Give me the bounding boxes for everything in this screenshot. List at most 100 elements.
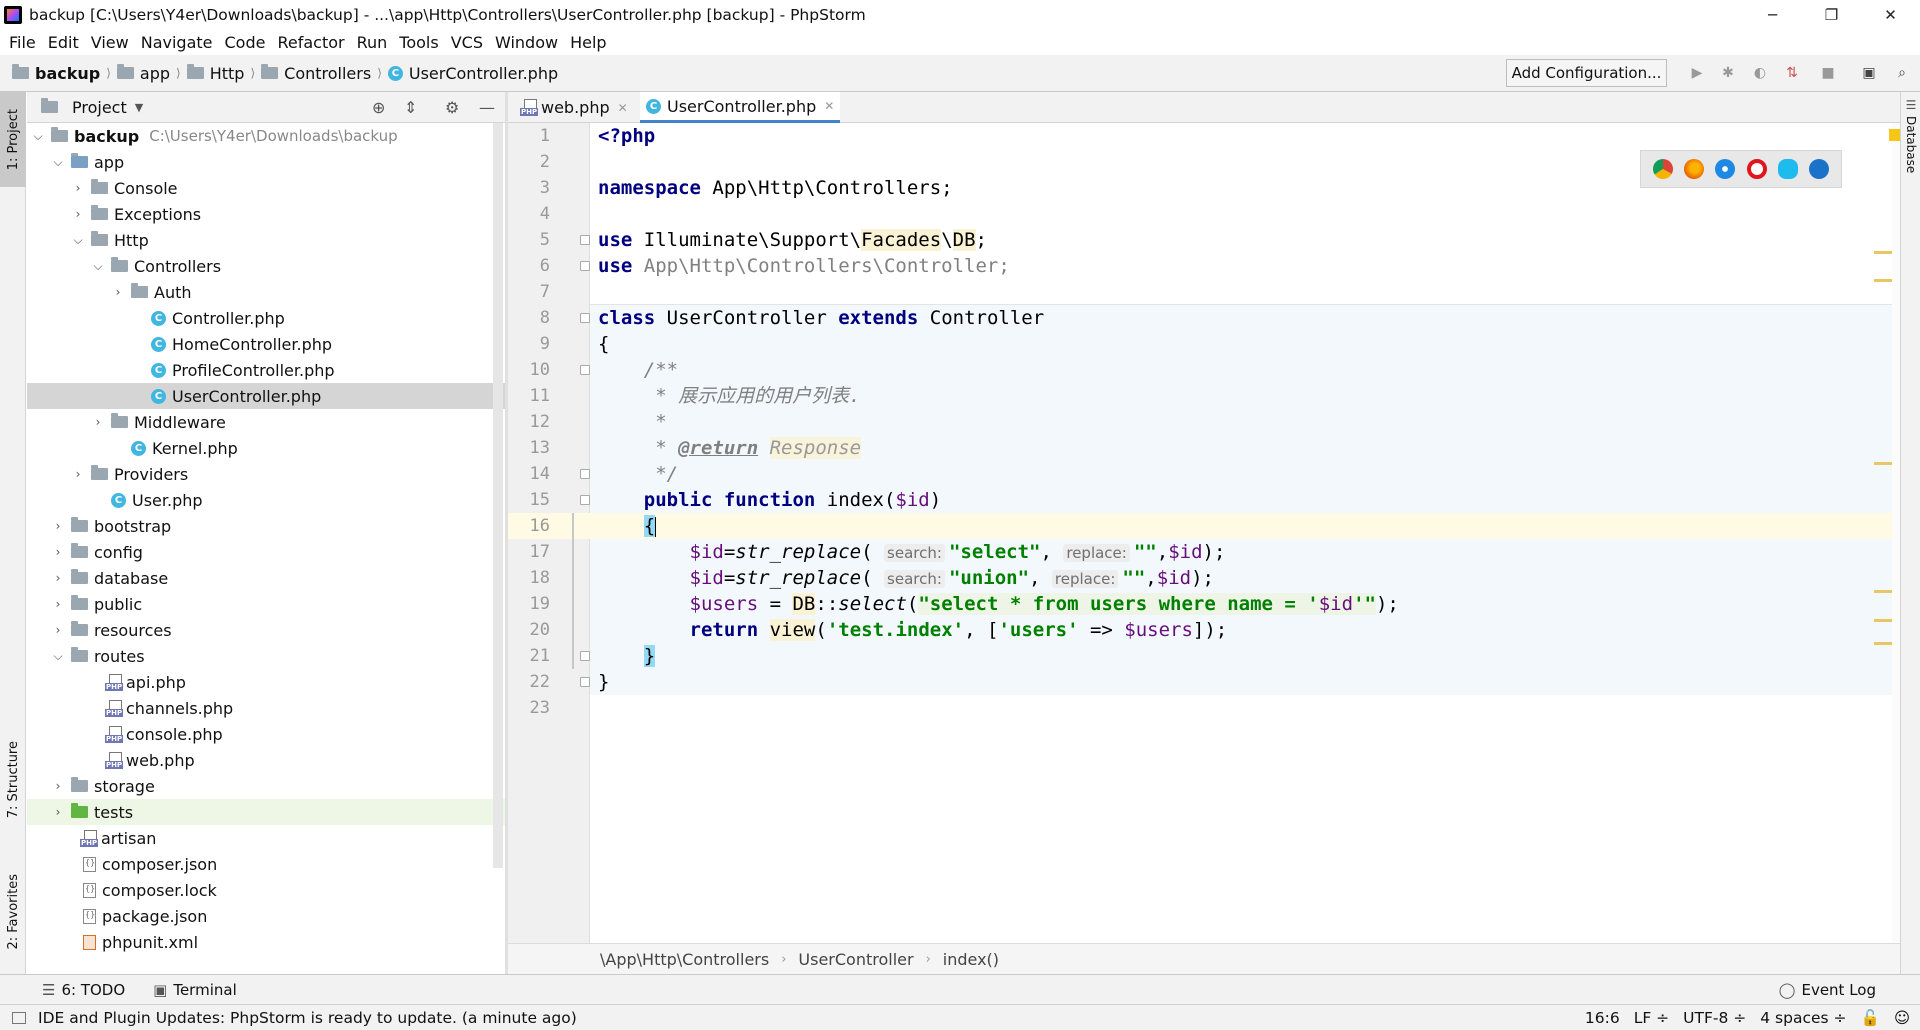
menu-view[interactable]: View: [91, 33, 129, 52]
close-button[interactable]: ✕: [1861, 0, 1920, 29]
chrome-icon[interactable]: [1652, 159, 1673, 179]
edge-icon[interactable]: [1809, 159, 1830, 179]
status-toggle-icon[interactable]: [12, 1011, 26, 1024]
tree-item-artisan[interactable]: artisan: [27, 825, 505, 851]
warning-mark[interactable]: [1874, 462, 1892, 465]
project-tool-tab[interactable]: 1: Project: [0, 92, 26, 187]
chevron-right-icon[interactable]: ›: [71, 207, 85, 221]
line-separator[interactable]: LF ÷: [1634, 1009, 1669, 1027]
menu-vcs[interactable]: VCS: [451, 33, 483, 52]
nav-crumb-backup[interactable]: backup ⟩: [12, 64, 117, 83]
menu-navigate[interactable]: Navigate: [141, 33, 213, 52]
firefox-icon[interactable]: [1683, 159, 1704, 179]
database-tool-tab[interactable]: ☰ Database: [1901, 98, 1920, 198]
chevron-right-icon[interactable]: ›: [51, 779, 65, 793]
chevron-down-icon[interactable]: ⌵: [91, 259, 105, 274]
tree-item-storage[interactable]: › storage: [27, 773, 505, 799]
tree-item-tests[interactable]: › tests: [27, 799, 505, 825]
menu-help[interactable]: Help: [570, 33, 606, 52]
tree-item-exceptions[interactable]: › Exceptions: [27, 201, 505, 227]
file-encoding[interactable]: UTF-8 ÷: [1683, 1009, 1746, 1027]
debug-icon[interactable]: ✱: [1718, 63, 1738, 83]
tab-web-php[interactable]: web.php ✕: [514, 92, 634, 123]
tree-item-usercontroller-php[interactable]: C UserController.php: [27, 383, 505, 409]
tree-item-config[interactable]: › config: [27, 539, 505, 565]
safari-icon[interactable]: [1715, 159, 1736, 179]
tree-item-console[interactable]: › Console: [27, 175, 505, 201]
tree-item-api-php[interactable]: api.php: [27, 669, 505, 695]
tree-item-package-json[interactable]: package.json: [27, 903, 505, 929]
nav-crumb-controllers[interactable]: Controllers ⟩: [261, 64, 388, 83]
chevron-right-icon[interactable]: ›: [71, 467, 85, 481]
menu-code[interactable]: Code: [225, 33, 266, 52]
warning-mark[interactable]: [1874, 279, 1892, 282]
tree-item-web-php[interactable]: web.php: [27, 747, 505, 773]
tree-item-phpunit-xml[interactable]: phpunit.xml: [27, 929, 505, 955]
breadcrumb-class[interactable]: UserController: [798, 950, 913, 969]
layout-icon[interactable]: ▣: [1859, 63, 1879, 83]
opera-icon[interactable]: [1746, 159, 1767, 179]
chevron-right-icon[interactable]: ›: [51, 623, 65, 637]
run-icon[interactable]: ▶: [1687, 63, 1707, 83]
nav-crumb-http[interactable]: Http ⟩: [186, 64, 261, 83]
locate-icon[interactable]: ⊕: [372, 98, 385, 117]
tree-item-composer-json[interactable]: composer.json: [27, 851, 505, 877]
tree-item-middleware[interactable]: › Middleware: [27, 409, 505, 435]
fold-marker-icon[interactable]: [580, 235, 590, 245]
tree-item-controller-php[interactable]: C Controller.php: [27, 305, 505, 331]
tree-item-backup[interactable]: ⌵ backup C:\Users\Y4er\Downloads\backup: [27, 123, 505, 149]
chevron-right-icon[interactable]: ›: [51, 597, 65, 611]
chevron-down-icon[interactable]: ⌵: [71, 233, 85, 248]
fold-marker-icon[interactable]: [580, 495, 590, 505]
todo-tool-button[interactable]: ☰ 6: TODO: [42, 981, 125, 999]
error-stripe[interactable]: [1889, 123, 1901, 943]
add-configuration-button[interactable]: Add Configuration...: [1506, 59, 1667, 87]
restore-button[interactable]: ❐: [1802, 0, 1861, 29]
chevron-right-icon[interactable]: ›: [111, 285, 125, 299]
hide-icon[interactable]: —: [479, 98, 495, 117]
chevron-right-icon[interactable]: ›: [51, 545, 65, 559]
tree-item-providers[interactable]: › Providers: [27, 461, 505, 487]
terminal-tool-button[interactable]: ▣ Terminal: [153, 981, 237, 999]
chevron-down-icon[interactable]: ▼: [135, 101, 143, 114]
nav-crumb-app[interactable]: app ⟩: [116, 64, 187, 83]
fold-marker-icon[interactable]: [580, 313, 590, 323]
tree-item-public[interactable]: › public: [27, 591, 505, 617]
search-icon[interactable]: ⌕: [1892, 63, 1912, 83]
gear-icon[interactable]: ⚙: [445, 98, 459, 117]
menu-refactor[interactable]: Refactor: [277, 33, 344, 52]
minimize-button[interactable]: ─: [1743, 0, 1802, 29]
nav-crumb-usercontroller[interactable]: C UserController.php: [387, 64, 558, 83]
status-message[interactable]: IDE and Plugin Updates: PhpStorm is read…: [38, 1009, 577, 1027]
chevron-right-icon[interactable]: ›: [51, 805, 65, 819]
fold-marker-icon[interactable]: [580, 677, 590, 687]
chevron-down-icon[interactable]: ⌵: [51, 155, 65, 170]
project-view-selector[interactable]: Project: [72, 98, 127, 117]
menu-run[interactable]: Run: [357, 33, 388, 52]
event-log-button[interactable]: ◯ Event Log: [1779, 981, 1876, 999]
fold-marker-icon[interactable]: [580, 651, 590, 661]
tree-item-app[interactable]: ⌵ app: [27, 149, 505, 175]
close-tab-icon[interactable]: ✕: [824, 99, 834, 113]
fold-marker-icon[interactable]: [580, 261, 590, 271]
tree-item-routes[interactable]: ⌵ routes: [27, 643, 505, 669]
code-editor[interactable]: <?php namespace App\Http\Controllers; us…: [590, 123, 1892, 943]
menu-tools[interactable]: Tools: [399, 33, 438, 52]
tree-item-resources[interactable]: › resources: [27, 617, 505, 643]
tab-usercontroller-php[interactable]: C UserController.php ✕: [640, 92, 841, 123]
chevron-down-icon[interactable]: ⌵: [51, 649, 65, 664]
fold-marker-icon[interactable]: [580, 469, 590, 479]
collapse-all-icon[interactable]: ⇕: [404, 98, 417, 117]
profile-icon[interactable]: ⇅: [1782, 63, 1802, 83]
coverage-icon[interactable]: ◐: [1750, 63, 1770, 83]
fold-marker-icon[interactable]: [580, 365, 590, 375]
menu-window[interactable]: Window: [495, 33, 558, 52]
tree-item-console-php[interactable]: console.php: [27, 721, 505, 747]
favorites-tool-tab[interactable]: 2: Favorites: [0, 862, 26, 962]
tree-item-bootstrap[interactable]: › bootstrap: [27, 513, 505, 539]
tree-item-composer-lock[interactable]: composer.lock: [27, 877, 505, 903]
chevron-right-icon[interactable]: ›: [51, 519, 65, 533]
tree-item-database[interactable]: › database: [27, 565, 505, 591]
stop-icon[interactable]: ■: [1818, 63, 1838, 83]
close-tab-icon[interactable]: ✕: [618, 101, 628, 115]
